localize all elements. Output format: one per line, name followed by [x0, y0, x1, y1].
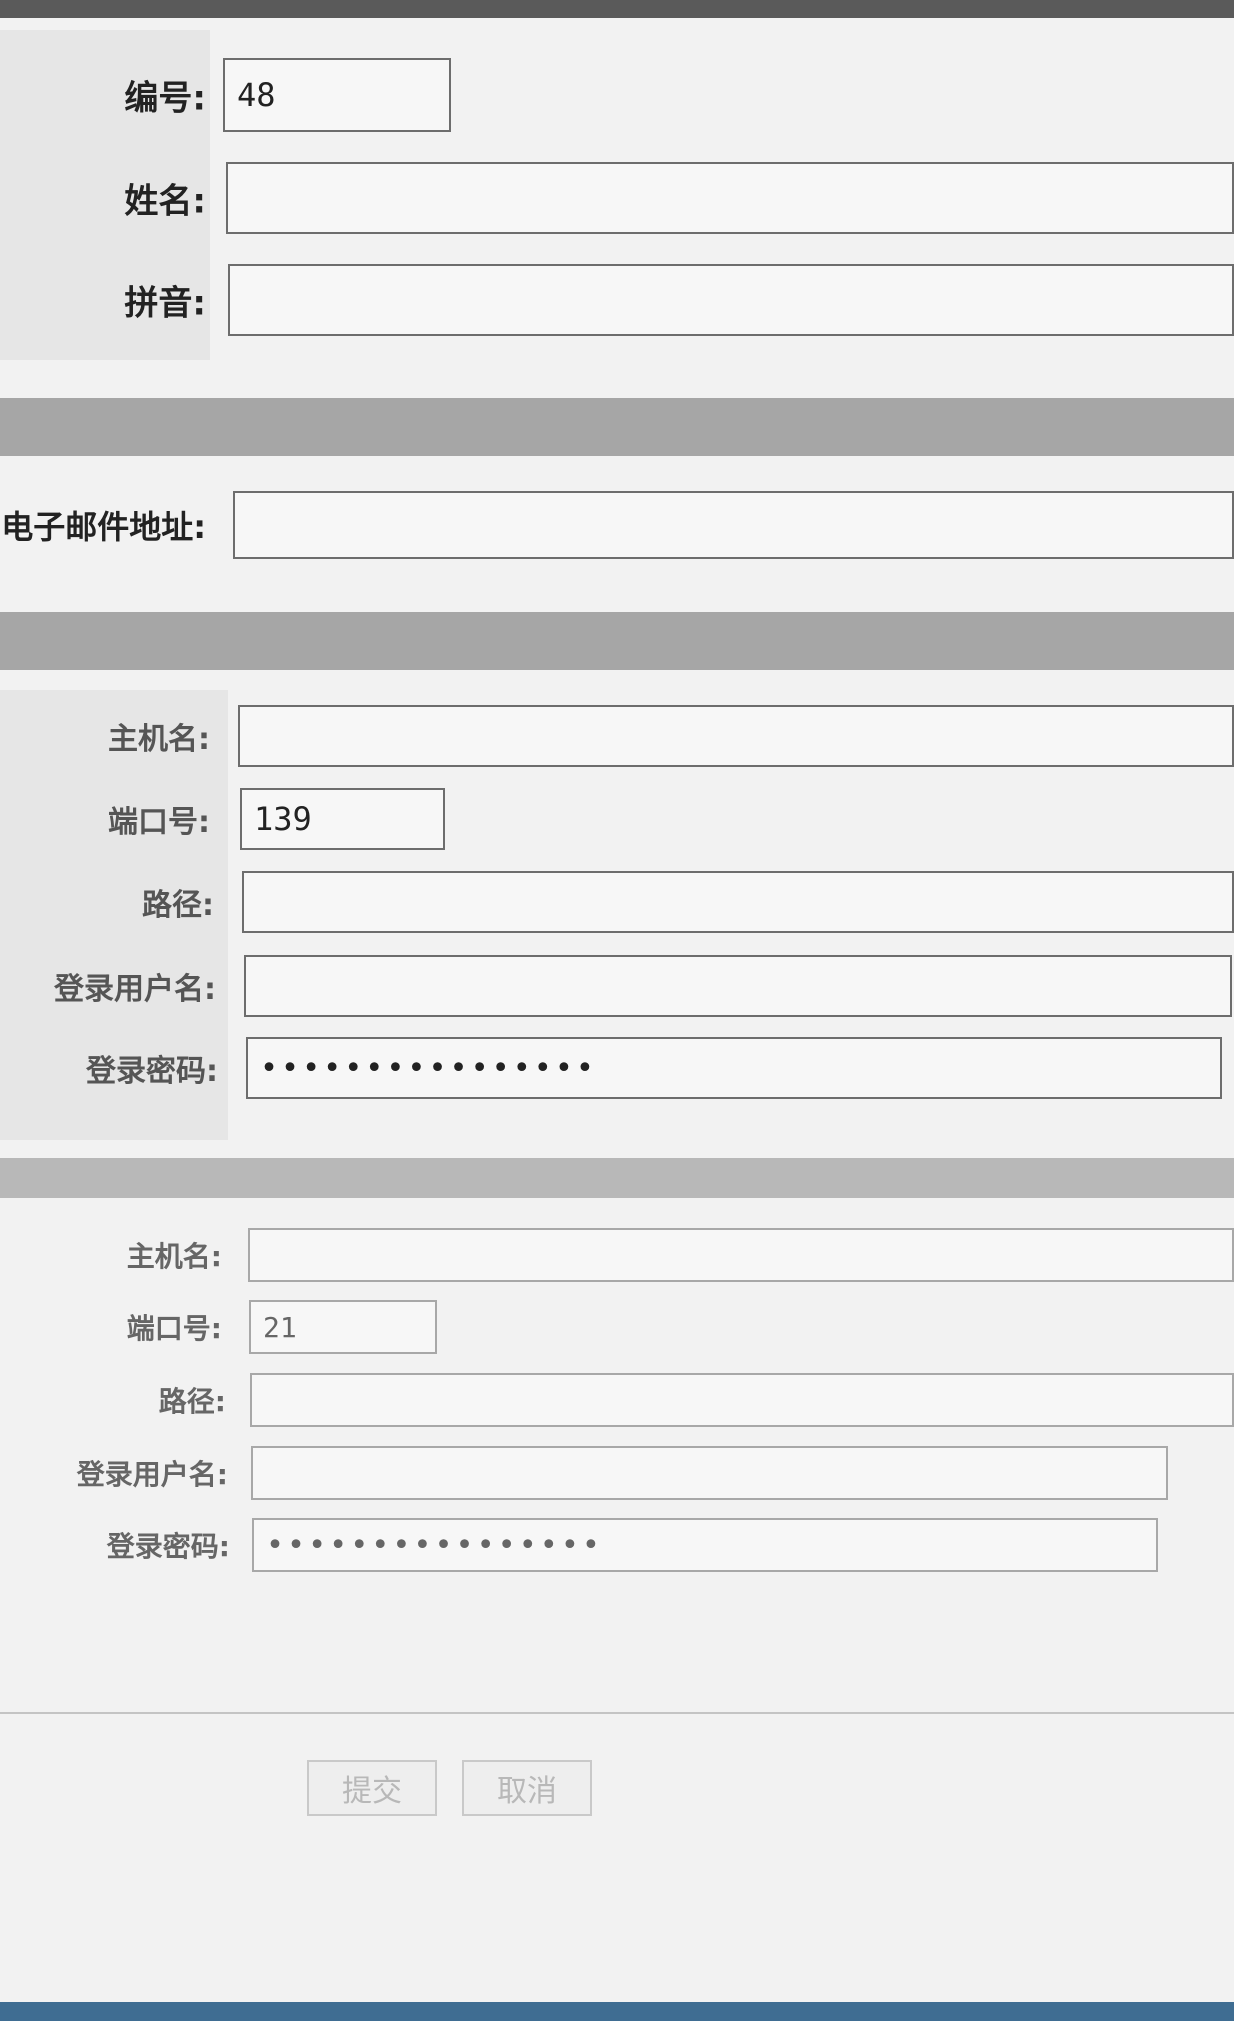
host-input[interactable] — [248, 1228, 1234, 1282]
field-number: 编号: — [0, 55, 1234, 135]
login-password-label: 登录密码: — [106, 1530, 230, 1563]
login-user-input[interactable] — [251, 1446, 1168, 1500]
field-host: 主机名: — [0, 1215, 1234, 1295]
field-login-password: 登录密码: — [0, 1505, 1234, 1585]
login-password-input[interactable] — [246, 1037, 1222, 1099]
field-login-user: 登录用户名: — [0, 946, 1234, 1026]
login-user-label: 登录用户名: — [54, 972, 216, 1007]
login-password-label: 登录密码: — [86, 1054, 218, 1089]
basic-info-section: 编号: 姓名: 拼音: — [0, 30, 1234, 360]
field-port: 端口号: — [0, 1287, 1234, 1367]
field-path: 路径: — [0, 1360, 1234, 1440]
login-user-input[interactable] — [244, 955, 1232, 1017]
path-label: 路径: — [158, 1385, 226, 1418]
host-input[interactable] — [238, 705, 1234, 767]
pinyin-input[interactable] — [228, 264, 1234, 336]
pop-server-section: 主机名: 端口号: 路径: 登录用户名: 登录密码: — [0, 690, 1234, 1140]
section-divider — [0, 612, 1234, 670]
email-label: 电子邮件地址: — [1, 508, 206, 546]
port-label: 端口号: — [108, 805, 210, 840]
email-section: 电子邮件地址: — [0, 475, 1234, 580]
name-input[interactable] — [226, 162, 1234, 234]
port-label: 端口号: — [126, 1312, 222, 1345]
field-name: 姓名: — [0, 158, 1234, 238]
email-input[interactable] — [233, 491, 1234, 559]
number-input[interactable] — [223, 58, 451, 132]
field-host: 主机名: — [0, 696, 1234, 776]
field-port: 端口号: — [0, 779, 1234, 859]
field-email: 电子邮件地址: — [0, 485, 1234, 565]
form-footer-rule — [0, 1712, 1234, 1714]
field-login-user: 登录用户名: — [0, 1433, 1234, 1513]
field-login-password: 登录密码: — [0, 1028, 1234, 1108]
path-label: 路径: — [142, 888, 214, 923]
host-label: 主机名: — [108, 722, 210, 757]
section-divider — [0, 1158, 1234, 1198]
field-pinyin: 拼音: — [0, 260, 1234, 340]
field-path: 路径: — [0, 862, 1234, 942]
path-input[interactable] — [242, 871, 1234, 933]
section-divider — [0, 398, 1234, 456]
pinyin-label: 拼音: — [124, 283, 206, 324]
port-input[interactable] — [249, 1300, 437, 1354]
port-input[interactable] — [240, 788, 445, 850]
bottom-edge-bar — [0, 2002, 1234, 2021]
top-edge-bar — [0, 0, 1234, 18]
login-user-label: 登录用户名: — [76, 1458, 228, 1491]
path-input[interactable] — [250, 1373, 1234, 1427]
host-label: 主机名: — [126, 1240, 222, 1273]
name-label: 姓名: — [124, 181, 206, 222]
number-label: 编号: — [124, 78, 206, 119]
login-password-input[interactable] — [252, 1518, 1158, 1572]
cancel-button[interactable]: 取消 — [462, 1760, 592, 1816]
submit-button[interactable]: 提交 — [307, 1760, 437, 1816]
ftp-server-section: 主机名: 端口号: 路径: 登录用户名: 登录密码: — [0, 1215, 1234, 1605]
